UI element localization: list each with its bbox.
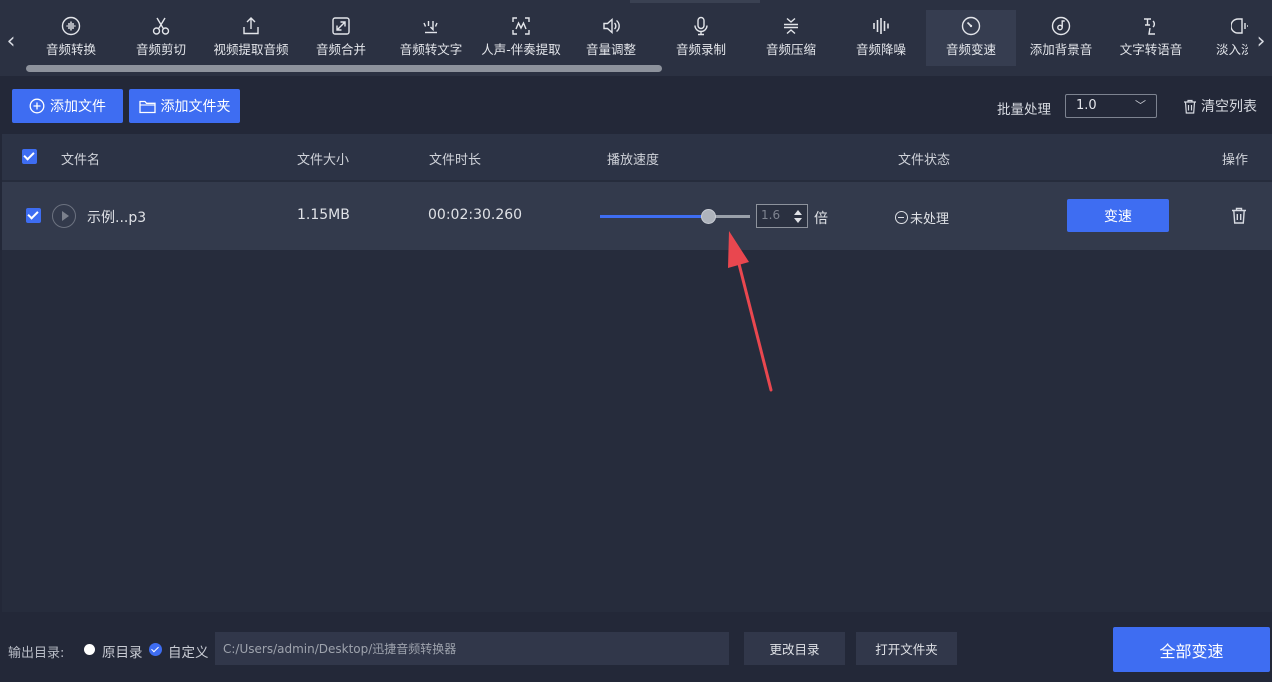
tool-upload[interactable]: 视频提取音频 [206, 10, 296, 66]
trash-icon [1184, 99, 1196, 114]
tool-label: 音频剪切 [135, 42, 186, 57]
file-name: 示例...p3 [87, 210, 147, 226]
convert-all-button[interactable]: 全部变速 [1113, 627, 1270, 672]
merge-icon [332, 17, 350, 35]
tool-merge[interactable]: 音频合并 [296, 10, 386, 66]
tool-speech-text[interactable]: 音频转文字 [386, 10, 476, 66]
clear-list-label: 清空列表 [1201, 99, 1257, 115]
audio-wave-icon [61, 16, 81, 36]
output-bar: 输出目录: 原目录 自定义 更改目录 打开文件夹 全部变速 [0, 612, 1272, 682]
header-play-speed: 播放速度 [607, 153, 660, 168]
add-file-button[interactable]: 添加文件 [12, 89, 123, 123]
add-folder-label: 添加文件夹 [160, 99, 231, 115]
plus-circle-icon [29, 98, 45, 114]
batch-speed-value: 1.0 [1076, 98, 1097, 113]
add-folder-button[interactable]: 添加文件夹 [129, 89, 240, 123]
select-all-checkbox[interactable] [22, 149, 37, 164]
tool-microphone[interactable]: 音频录制 [656, 10, 746, 66]
chevron-down-icon: ﹀ [1135, 99, 1146, 112]
tool-label: 音频转换 [45, 42, 96, 57]
speed-slider-handle[interactable] [701, 209, 716, 224]
scroll-left-icon[interactable]: ‹ [0, 28, 22, 56]
header-file-name: 文件名 [61, 153, 101, 168]
scroll-right-icon[interactable]: › [1250, 28, 1272, 56]
tool-label: 添加背景音 [1029, 42, 1093, 57]
tool-label: 音频变速 [945, 42, 996, 57]
stepper-up-icon[interactable] [794, 210, 802, 215]
table-row: 示例...p3 1.15MB 00:02:30.260 1.6 倍 未处理 变速 [2, 182, 1272, 250]
file-table: 文件名 文件大小 文件时长 播放速度 文件状态 操作 示例...p3 1.15M… [2, 134, 1272, 612]
text-speech-icon [1144, 18, 1155, 35]
speed-slider[interactable] [600, 209, 750, 224]
speedometer-icon [961, 16, 981, 36]
file-status: 未处理 [895, 208, 949, 227]
tool-scissors[interactable]: 音频剪切 [116, 10, 206, 66]
header-file-status: 文件状态 [898, 153, 951, 168]
upload-icon [243, 17, 259, 35]
change-speed-button[interactable]: 变速 [1067, 199, 1169, 232]
tool-audio-wave[interactable]: 音频转换 [26, 10, 116, 66]
tool-label: 视频提取音频 [213, 42, 289, 57]
window-drag-handle[interactable] [630, 0, 760, 3]
tool-label: 音频录制 [675, 42, 726, 57]
clear-list-button[interactable]: 清空列表 [1183, 96, 1257, 116]
tool-speaker[interactable]: 音量调整 [566, 10, 656, 66]
disc-icon [1051, 16, 1071, 36]
speed-stepper[interactable]: 1.6 [756, 204, 808, 228]
tool-label: 人声-伴奏提取 [481, 42, 561, 57]
compress-icon [784, 17, 798, 35]
custom-directory-radio[interactable] [149, 643, 162, 656]
tool-equalizer[interactable]: 音频降噪 [836, 10, 926, 66]
tool-label: 音频降噪 [855, 42, 906, 57]
speed-unit: 倍 [814, 211, 828, 227]
change-directory-button[interactable]: 更改目录 [744, 632, 845, 665]
scissors-icon [152, 17, 170, 35]
tool-disc[interactable]: 添加背景音 [1016, 10, 1106, 66]
microphone-icon [694, 16, 708, 36]
tool-text-speech[interactable]: 文字转语音 [1106, 10, 1196, 66]
tool-label: 音量调整 [585, 42, 636, 57]
file-duration: 00:02:30.260 [428, 207, 523, 223]
tool-strip: ‹ 音频转换 音频剪切 视频提取音频 音频合并 音频转文字 人声-伴奏提取 音量调整 音频录制… [0, 0, 1272, 76]
tool-label: 音频转文字 [399, 42, 463, 57]
open-folder-button[interactable]: 打开文件夹 [856, 632, 957, 665]
header-operations: 操作 [1222, 153, 1249, 168]
header-file-size: 文件大小 [297, 153, 350, 168]
batch-label: 批量处理 [997, 102, 1051, 118]
minus-circle-icon [895, 211, 908, 224]
batch-speed-select[interactable]: 1.0 ﹀ [1065, 94, 1157, 118]
speech-text-icon [423, 21, 438, 34]
tool-voice-extract[interactable]: 人声-伴奏提取 [476, 10, 566, 66]
header-file-duration: 文件时长 [429, 153, 482, 168]
play-icon[interactable] [52, 204, 76, 228]
tool-fade[interactable]: 淡入淡出 [1196, 10, 1248, 66]
file-status-text: 未处理 [910, 212, 950, 227]
fade-icon [1231, 18, 1248, 34]
output-directory-label: 输出目录: [8, 646, 65, 661]
speaker-icon [603, 17, 620, 35]
tool-speedometer[interactable]: 音频变速 [926, 10, 1016, 66]
add-file-label: 添加文件 [50, 99, 106, 115]
tool-strip-scrollbar[interactable] [26, 65, 662, 72]
table-header: 文件名 文件大小 文件时长 播放速度 文件状态 操作 [2, 134, 1272, 180]
stepper-down-icon[interactable] [794, 218, 802, 223]
custom-directory-label: 自定义 [168, 645, 209, 661]
speed-value: 1.6 [761, 208, 781, 222]
speed-slider-fill [600, 215, 708, 218]
voice-extract-icon [512, 17, 530, 35]
folder-icon [138, 100, 156, 113]
tool-label: 音频合并 [315, 42, 366, 57]
tool-label: 音频压缩 [765, 42, 816, 57]
original-directory-label: 原目录 [102, 645, 143, 661]
tool-compress[interactable]: 音频压缩 [746, 10, 836, 66]
equalizer-icon [873, 18, 889, 34]
tool-label: 淡入淡出 [1215, 42, 1248, 57]
delete-trash-icon[interactable] [1231, 207, 1247, 224]
output-path-field[interactable] [215, 632, 729, 665]
tool-list: 音频转换 音频剪切 视频提取音频 音频合并 音频转文字 人声-伴奏提取 音量调整 音频录制 音频… [26, 10, 1248, 66]
tool-label: 文字转语音 [1119, 42, 1183, 57]
original-directory-radio[interactable] [84, 644, 95, 655]
file-size: 1.15MB [297, 207, 350, 223]
row-checkbox[interactable] [26, 208, 41, 223]
